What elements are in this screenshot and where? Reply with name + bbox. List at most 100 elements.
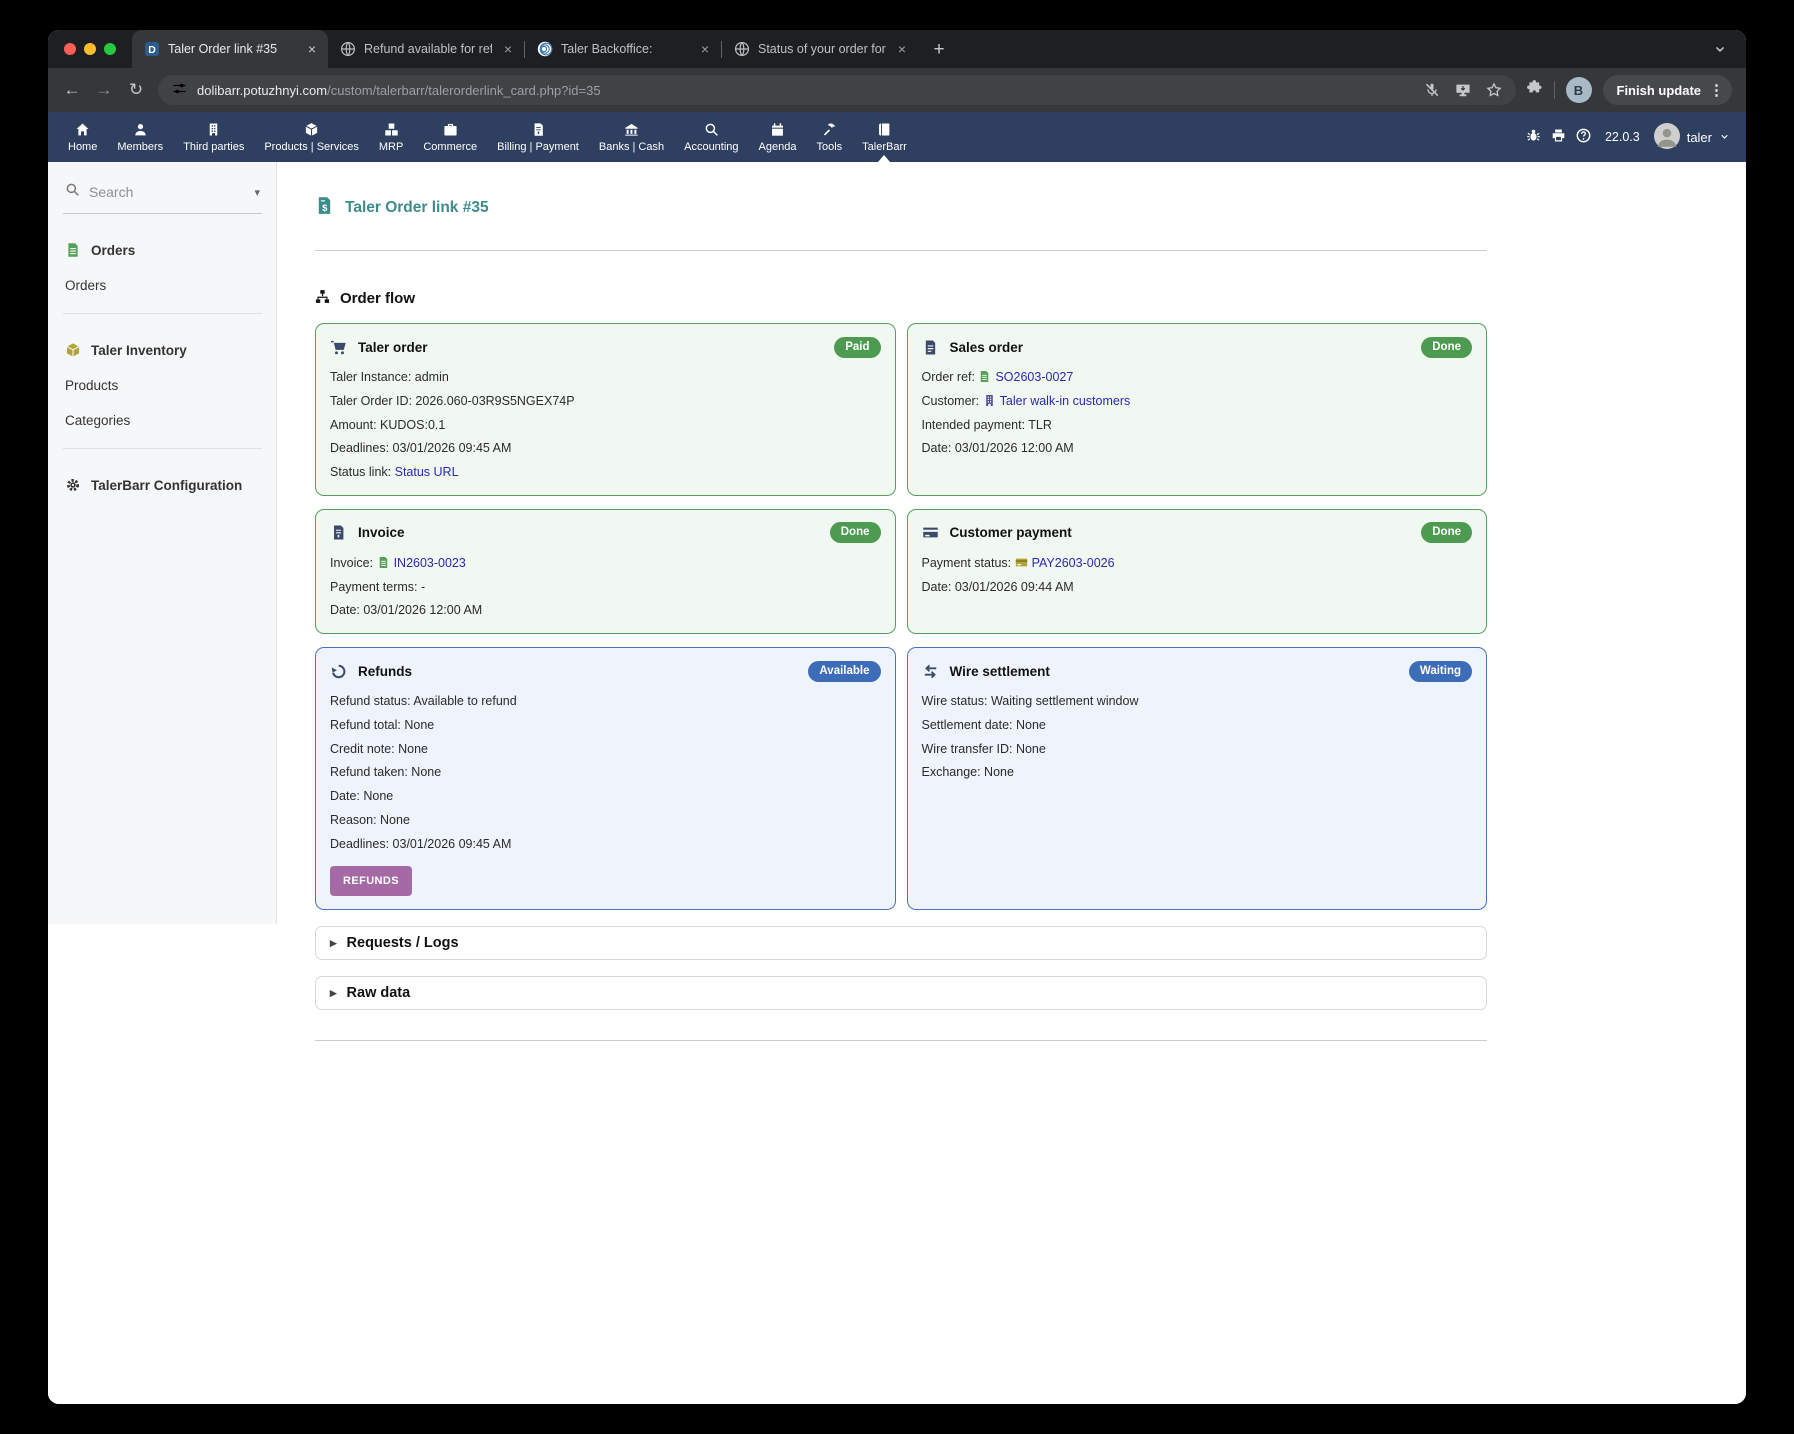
card-line: Credit note: None xyxy=(330,741,881,759)
doc-green-icon xyxy=(65,242,81,258)
help-icon xyxy=(1576,128,1591,143)
reload-button[interactable]: ↻ xyxy=(120,74,152,106)
nav-item-tools[interactable]: Tools xyxy=(806,112,852,162)
card-line: Settlement date: None xyxy=(922,717,1473,735)
nav-item-billing-payment[interactable]: Billing | Payment xyxy=(487,112,589,162)
card-line: Date: 03/01/2026 09:44 AM xyxy=(922,579,1473,597)
nav-item-talerbarr[interactable]: TalerBarr xyxy=(852,112,917,162)
sidebar-section-orders: Orders Orders xyxy=(63,214,262,314)
tab-close-icon[interactable]: × xyxy=(304,41,320,57)
sitemap-icon xyxy=(315,289,330,308)
star-icon[interactable] xyxy=(1486,82,1502,98)
card-invoice: InvoiceDoneInvoice: IN2603-0023Payment t… xyxy=(315,509,896,634)
avatar-icon xyxy=(1654,123,1680,149)
sidebar-item-orders[interactable]: Orders xyxy=(65,278,260,293)
sidebar-menu: ▾ Orders Orders Taler Inventory Products Cat… xyxy=(48,162,277,924)
accordion-raw-data[interactable]: ▸Raw data xyxy=(315,976,1487,1010)
sidebar: ▾ Orders Orders Taler Inventory Products Cat… xyxy=(48,162,277,1404)
sidebar-heading-talerbarr-configuration[interactable]: TalerBarr Configuration xyxy=(65,477,260,493)
card-link-so2603-0027[interactable]: SO2603-0027 xyxy=(995,370,1073,384)
nav-item-label: Commerce xyxy=(423,141,477,153)
finish-update-button[interactable]: Finish update⋮ xyxy=(1603,75,1733,105)
card-line-text: Date: None xyxy=(330,789,393,803)
card-line: Reason: None xyxy=(330,812,881,830)
sidebar-heading-taler-inventory[interactable]: Taler Inventory xyxy=(65,342,260,358)
card-line: Wire status: Waiting settlement window xyxy=(922,693,1473,711)
back-button[interactable]: ← xyxy=(56,74,88,106)
user-menu[interactable]: taler xyxy=(1654,123,1730,152)
url-bar[interactable]: dolibarr.potuzhnyi.com/custom/talerbarr/… xyxy=(158,75,1516,105)
undo-icon xyxy=(330,663,347,680)
tab-close-icon[interactable]: × xyxy=(697,41,713,57)
nav-item-agenda[interactable]: Agenda xyxy=(749,112,807,162)
site-settings-icon[interactable] xyxy=(172,81,187,99)
search-dropdown-icon[interactable]: ▾ xyxy=(254,186,260,199)
tab-taler-backoffice[interactable]: Taler Backoffice:× xyxy=(525,30,721,68)
tab-title: Refund available for refund of xyxy=(364,42,492,56)
card-line-text: Order ref: xyxy=(922,370,979,384)
help-icon[interactable] xyxy=(1576,128,1591,146)
gear-icon xyxy=(65,477,81,493)
sidebar-sections: Orders Orders Taler Inventory Products Categ… xyxy=(63,214,262,513)
chevron-down-icon xyxy=(1713,42,1727,56)
nav-item-accounting[interactable]: Accounting xyxy=(674,112,748,162)
card-link-status-url[interactable]: Status URL xyxy=(395,465,459,479)
page-title-row: $ Taler Order link #35 xyxy=(315,196,1487,220)
nav-item-home[interactable]: Home xyxy=(58,112,107,162)
puzzle-icon xyxy=(1526,79,1543,96)
card-line-text: Amount: KUDOS:0.1 xyxy=(330,418,445,432)
tab-refund-available-for-refund-of[interactable]: Refund available for refund of × xyxy=(328,30,524,68)
nav-item-products-services[interactable]: Products | Services xyxy=(254,112,369,162)
order-flow-label: Order flow xyxy=(340,290,415,307)
accordion-requests-logs[interactable]: ▸Requests / Logs xyxy=(315,926,1487,960)
install-icon[interactable] xyxy=(1455,82,1471,98)
credit-card-icon xyxy=(922,524,939,541)
nav-item-label: Third parties xyxy=(183,141,244,153)
extensions-icon[interactable] xyxy=(1526,79,1543,101)
sidebar-item-categories[interactable]: Categories xyxy=(65,413,260,428)
mic-off-icon[interactable] xyxy=(1424,82,1440,98)
sidebar-heading-orders[interactable]: Orders xyxy=(65,242,260,258)
card-line: Date: None xyxy=(330,788,881,806)
refunds-button[interactable]: REFUNDS xyxy=(330,866,412,896)
taler-order-doc-icon: $ xyxy=(315,196,334,220)
more-menu-icon[interactable]: ⋮ xyxy=(1709,81,1724,99)
nav-item-commerce[interactable]: Commerce xyxy=(413,112,487,162)
zoom-window-button[interactable] xyxy=(104,43,116,55)
card-title: Taler order xyxy=(358,340,428,355)
nav-item-members[interactable]: Members xyxy=(107,112,173,162)
card-header: Sales orderDone xyxy=(922,334,1473,360)
sidebar-item-products[interactable]: Products xyxy=(65,378,260,393)
card-line: Deadlines: 03/01/2026 09:45 AM xyxy=(330,440,881,458)
card-line: Date: 03/01/2026 12:00 AM xyxy=(330,602,881,620)
card-line: Wire transfer ID: None xyxy=(922,741,1473,759)
tab-close-icon[interactable]: × xyxy=(500,41,516,57)
bug-report-icon[interactable] xyxy=(1526,128,1541,146)
print-icon[interactable] xyxy=(1551,128,1566,146)
minimize-window-button[interactable] xyxy=(84,43,96,55)
card-link-in2603-0023[interactable]: IN2603-0023 xyxy=(394,556,466,570)
close-window-button[interactable] xyxy=(64,43,76,55)
tab-status-of-your-order-forshow[interactable]: Status of your order forShow× xyxy=(722,30,918,68)
nav-item-mrp[interactable]: MRP xyxy=(369,112,413,162)
nav-item-third-parties[interactable]: Third parties xyxy=(173,112,254,162)
nav-item-banks-cash[interactable]: Banks | Cash xyxy=(589,112,674,162)
card-link-pay2603-0026[interactable]: PAY2603-0026 xyxy=(1032,556,1115,570)
version-label: 22.0.3 xyxy=(1605,130,1640,144)
card-line-text: Date: 03/01/2026 12:00 AM xyxy=(922,441,1074,455)
card-link-taler-walk-in-customers[interactable]: Taler walk-in customers xyxy=(1000,394,1131,408)
magnifier-icon xyxy=(65,182,80,197)
user-avatar xyxy=(1654,123,1680,152)
status-badge: Waiting xyxy=(1409,661,1472,682)
tab-taler-order-link-35[interactable]: DTaler Order link #35× xyxy=(132,30,328,68)
new-tab-button[interactable]: + xyxy=(924,34,954,64)
nav-item-label: Products | Services xyxy=(264,141,359,153)
tab-close-icon[interactable]: × xyxy=(894,41,910,57)
cube-icon xyxy=(304,122,319,137)
sidebar-heading-label: Taler Inventory xyxy=(91,343,187,358)
search-input[interactable] xyxy=(89,184,209,200)
forward-button[interactable]: → xyxy=(88,74,120,106)
tab-search-button[interactable] xyxy=(1706,35,1734,63)
house-icon xyxy=(75,122,90,137)
profile-avatar[interactable]: B xyxy=(1566,77,1592,103)
